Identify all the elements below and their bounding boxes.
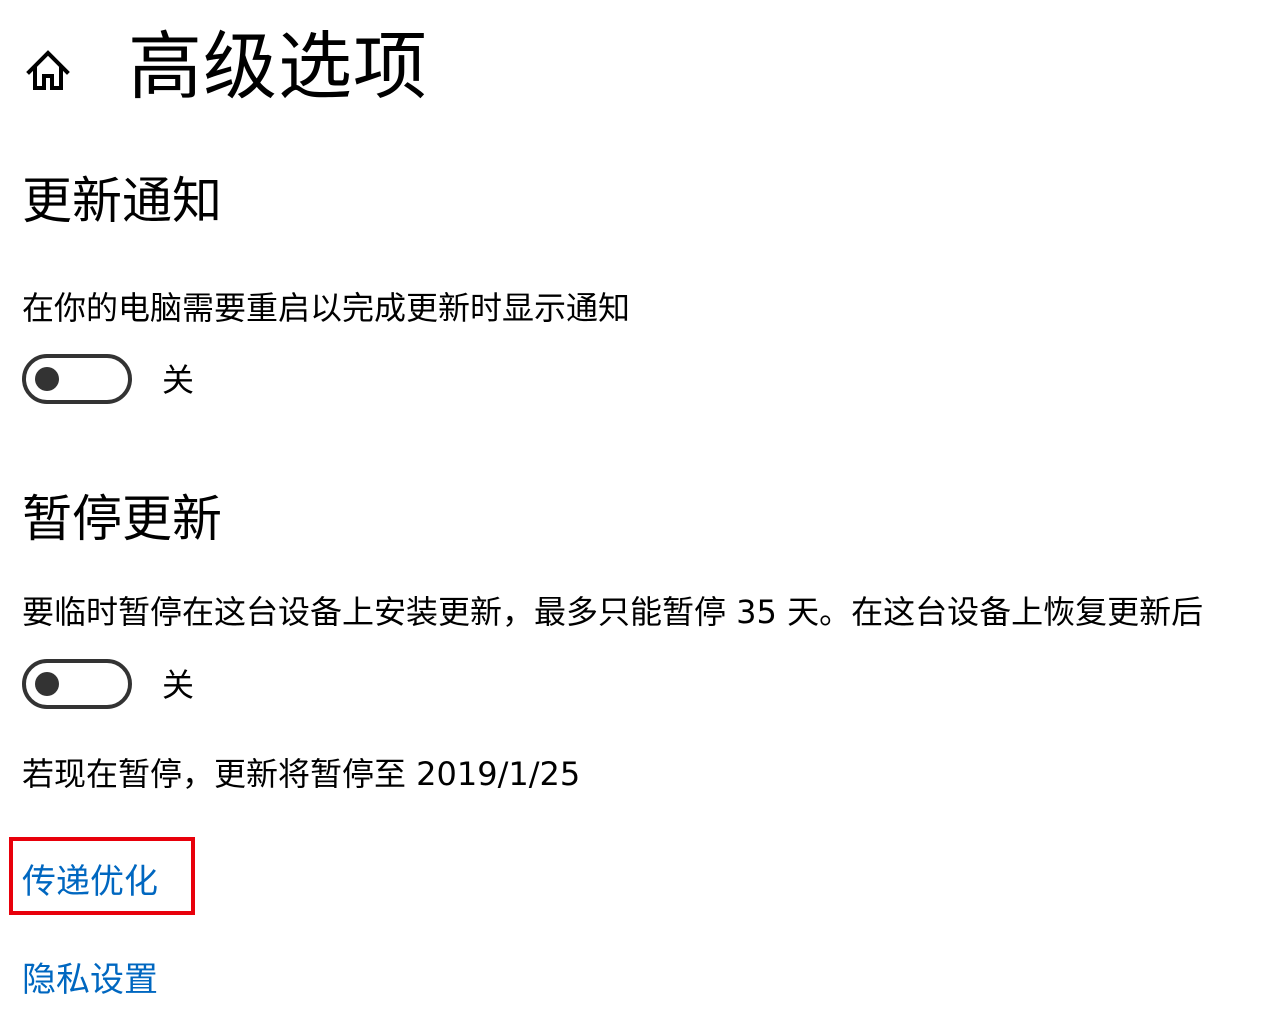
toggle-knob — [35, 672, 59, 696]
delivery-optimization-link[interactable]: 传递优化 — [22, 860, 158, 904]
pause-updates-toggle-state: 关 — [162, 666, 195, 704]
section-title-update-notifications: 更新通知 — [22, 172, 222, 230]
pause-updates-description: 要临时暂停在这台设备上安装更新，最多只能暂停 35 天。在这台设备上恢复更新后 — [22, 593, 1204, 631]
home-button[interactable] — [22, 46, 74, 94]
toggle-knob — [35, 367, 59, 391]
pause-updates-toggle[interactable] — [22, 659, 132, 709]
section-title-pause-updates: 暂停更新 — [22, 490, 222, 548]
privacy-settings-link[interactable]: 隐私设置 — [22, 958, 158, 1002]
update-notification-description: 在你的电脑需要重启以完成更新时显示通知 — [22, 289, 631, 327]
update-notification-toggle-state: 关 — [162, 361, 195, 399]
page-title: 高级选项 — [128, 24, 428, 110]
pause-until-text: 若现在暂停，更新将暂停至 2019/1/25 — [22, 755, 581, 793]
home-icon — [26, 50, 70, 90]
update-notification-toggle[interactable] — [22, 354, 132, 404]
